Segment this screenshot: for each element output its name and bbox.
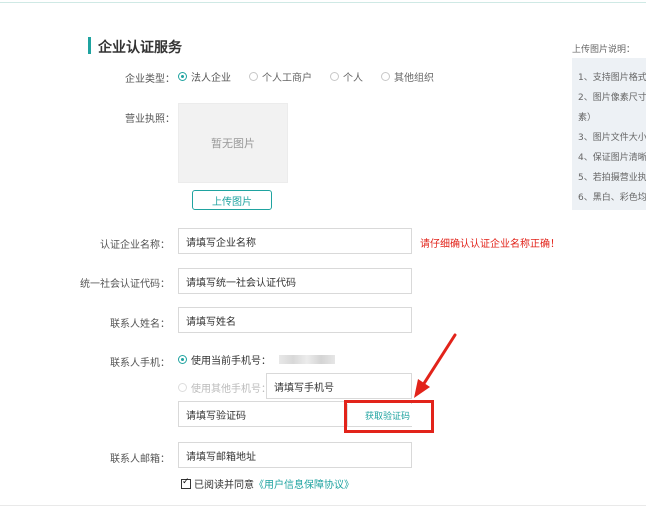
upload-note-item: 4、保证图片清晰， — [578, 153, 646, 163]
upload-note-item: 3、图片文件大小： — [578, 133, 646, 143]
radio-other-org[interactable]: 其他组织 — [381, 69, 434, 84]
radio-unchecked-icon — [330, 72, 339, 81]
radio-unchecked-icon — [249, 72, 258, 81]
contact-name-label: 联系人姓名： — [110, 319, 170, 330]
enterprise-type-label: 企业类型： — [125, 74, 175, 85]
radio-checked-icon — [178, 355, 187, 364]
bottom-divider — [0, 505, 646, 506]
company-name-input[interactable]: 请填写企业名称 — [178, 228, 412, 254]
company-name-label: 认证企业名称： — [100, 240, 170, 251]
license-label: 营业执照： — [125, 114, 175, 125]
radio-individual[interactable]: 个人 — [330, 69, 363, 84]
enterprise-type-radio-group: 法人企业 个人工商户 个人 其他组织 — [178, 69, 452, 84]
upload-notes-title: 上传图片说明： — [572, 45, 636, 55]
contact-phone-label: 联系人手机： — [110, 358, 170, 369]
upload-note-item: 6、黑白、彩色均可 — [578, 193, 646, 203]
credit-code-label: 统一社会认证代码： — [80, 279, 170, 290]
masked-phone-number — [279, 355, 335, 364]
title-accent-bar — [88, 37, 91, 54]
upload-note-item: 素） — [578, 113, 597, 123]
credit-code-input[interactable]: 请填写统一社会认证代码 — [178, 268, 412, 294]
contact-name-input[interactable]: 请填写姓名 — [178, 307, 412, 333]
radio-unchecked-icon — [381, 72, 390, 81]
top-divider — [0, 2, 646, 3]
upload-image-button[interactable]: 上传图片 — [192, 190, 272, 210]
radio-checked-icon — [178, 72, 187, 81]
radio-legal-enterprise[interactable]: 法人企业 — [178, 69, 231, 84]
use-current-phone-option[interactable]: 使用当前手机号： — [178, 352, 335, 367]
page-title: 企业认证服务 — [98, 40, 182, 56]
license-image-placeholder: 暂无图片 — [178, 103, 288, 183]
contact-email-label: 联系人邮箱： — [110, 454, 170, 465]
contact-email-input[interactable]: 请填写邮箱地址 — [178, 442, 412, 468]
radio-individual-business[interactable]: 个人工商户 — [249, 69, 312, 84]
highlight-box — [344, 400, 434, 433]
upload-note-item: 5、若拍摄营业执照 — [578, 173, 646, 183]
radio-unchecked-icon — [178, 383, 187, 392]
company-name-warning: 请仔细确认认证企业名称正确！ — [420, 239, 560, 250]
agreement-checkbox[interactable] — [181, 477, 191, 489]
upload-note-item: 1、支持图片格式： — [578, 73, 646, 83]
upload-note-item: 2、图片像素尺寸： — [578, 93, 646, 103]
other-phone-input[interactable]: 请填写手机号 — [266, 373, 412, 399]
agreement-row: 已阅读并同意 《用户信息保障协议》 — [181, 476, 354, 491]
use-other-phone-option[interactable]: 使用其他手机号： — [178, 380, 271, 395]
agreement-link[interactable]: 《用户信息保障协议》 — [254, 476, 354, 491]
